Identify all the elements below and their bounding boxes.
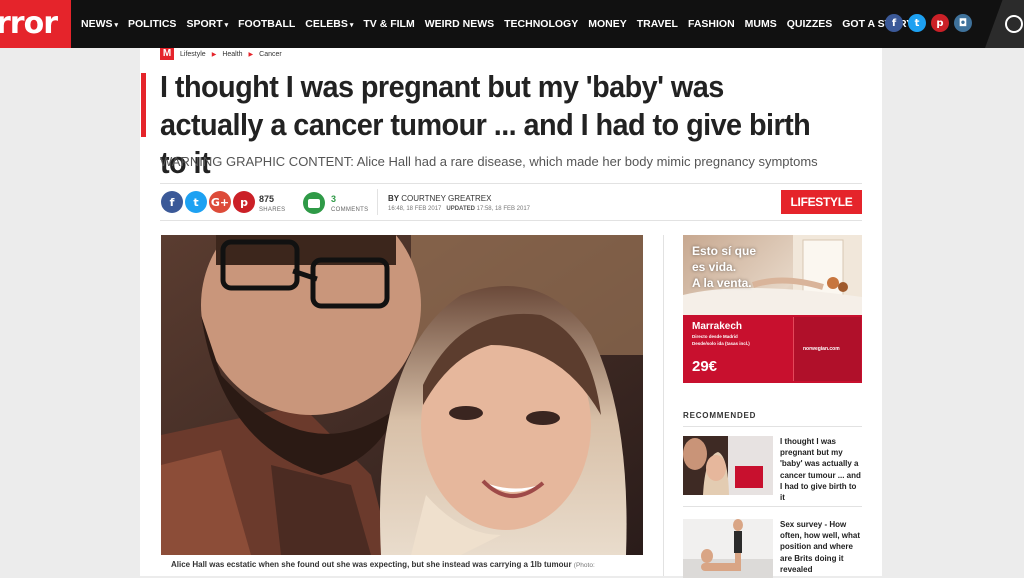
comments-count: 3	[331, 194, 337, 204]
nav-item-sport[interactable]: SPORT ▾	[186, 18, 228, 30]
recommended-separator	[683, 506, 862, 507]
meta-separator	[377, 189, 378, 215]
recommended-thumb-image	[683, 436, 773, 495]
published-date: 16:48, 18 FEB 2017	[388, 206, 442, 212]
comments-label: COMMENTS	[331, 207, 369, 213]
ad-slogan-line: A la venta.	[692, 276, 752, 290]
ad-route-line: Directo desde Madrid	[692, 334, 738, 339]
recommended-thumbnail	[683, 436, 773, 495]
recommended-divider	[683, 426, 862, 427]
headline-accent-bar	[141, 73, 146, 137]
updated-label: UPDATED	[446, 206, 475, 212]
nav-item-label: FASHION	[687, 18, 735, 30]
comments-button[interactable]	[303, 192, 325, 214]
nav-item-mums[interactable]: MUMS	[745, 18, 777, 30]
couple-selfie-image	[161, 235, 643, 555]
article-main-photo[interactable]	[161, 235, 643, 555]
ad-brand: norwegian.com	[803, 346, 840, 352]
recommended-heading: RECOMMENDED	[683, 411, 757, 420]
nav-item-label: SPORT	[186, 18, 223, 30]
nav-item-money[interactable]: MONEY	[588, 18, 627, 30]
nav-item-label: QUIZZES	[786, 18, 833, 30]
twitter-share-icon[interactable]: t	[185, 191, 207, 213]
nav-item-label: NEWS	[81, 18, 113, 30]
facebook-share-icon[interactable]: f	[161, 191, 183, 213]
chevron-right-icon: ▶	[248, 51, 254, 58]
chevron-down-icon: ▾	[114, 22, 119, 29]
nav-item-football[interactable]: FOOTBALL	[238, 18, 295, 30]
nav-item-news[interactable]: NEWS ▾	[81, 18, 118, 30]
article-dates: 16:48, 18 FEB 2017 UPDATED 17:58, 18 FEB…	[388, 206, 530, 212]
ad-price: 29€	[692, 358, 718, 375]
nav-item-celebs[interactable]: CELEBS ▾	[305, 18, 353, 30]
chevron-down-icon: ▾	[349, 22, 354, 29]
chevron-down-icon: ▾	[224, 22, 229, 29]
breadcrumb-item-lifestyle[interactable]: Lifestyle	[180, 51, 206, 58]
nav-item-fashion[interactable]: FASHION	[688, 18, 735, 30]
breadcrumb-item-health[interactable]: Health	[222, 51, 242, 58]
recommended-thumb-image-2	[683, 519, 773, 578]
meta-divider-top	[160, 183, 862, 184]
nav-item-label: MONEY	[588, 18, 627, 30]
twitter-icon[interactable]: t	[908, 14, 926, 32]
nav-item-label: TRAVEL	[636, 18, 678, 30]
ad-slogan: Esto sí que es vida. A la venta.	[692, 243, 756, 291]
nav-item-label: TECHNOLOGY	[504, 18, 579, 30]
byline-prefix: BY	[388, 194, 399, 203]
site-logo[interactable]: rror	[0, 0, 71, 48]
shares-count: 875	[259, 194, 275, 204]
facebook-icon[interactable]: f	[885, 14, 903, 32]
nav-item-label: POLITICS	[128, 18, 177, 30]
section-badge[interactable]: LIFESTYLE	[781, 190, 862, 214]
advertisement[interactable]: Esto sí que es vida. A la venta. Marrakech…	[683, 235, 862, 383]
ad-slogan-line: es vida.	[692, 260, 737, 274]
nav-item-label: CELEBS	[305, 18, 348, 30]
breadcrumb-logo[interactable]: M	[160, 48, 174, 60]
nav-item-label: TV & FILM	[363, 18, 415, 30]
nav-item-label: FOOTBALL	[238, 18, 296, 30]
user-account-icon[interactable]	[1005, 15, 1023, 33]
ad-fare-line: Desde/solo ida (tasas incl.)	[692, 341, 750, 346]
sidebar-divider	[663, 235, 664, 576]
ad-slogan-line: Esto sí que	[692, 244, 757, 258]
nav-item-tv-film[interactable]: TV & FILM	[363, 18, 414, 30]
nav-item-politics[interactable]: POLITICS	[128, 18, 176, 30]
nav-item-weird-news[interactable]: WEIRD NEWS	[425, 18, 494, 30]
nav-item-technology[interactable]: TECHNOLOGY	[504, 18, 578, 30]
breadcrumb-item-cancer[interactable]: Cancer	[259, 51, 282, 58]
nav-item-label: WEIRD NEWS	[424, 18, 495, 30]
nav-item-quizzes[interactable]: QUIZZES	[787, 18, 833, 30]
byline: BY COURTNEY GREATREX	[388, 194, 491, 203]
author-link[interactable]: COURTNEY GREATREX	[401, 194, 491, 203]
main-nav: NEWS ▾ POLITICS SPORT ▾ FOOTBALL CELEBS ▾ TV & F…	[81, 0, 930, 48]
nav-item-travel[interactable]: TRAVEL	[637, 18, 678, 30]
nav-item-label: MUMS	[744, 18, 777, 30]
pinterest-icon[interactable]: p	[931, 14, 949, 32]
instagram-icon[interactable]: ◘	[954, 14, 972, 32]
meta-divider-bottom	[160, 220, 862, 221]
pinterest-share-icon[interactable]: p	[233, 191, 255, 213]
share-buttons: f t G+ p	[161, 191, 257, 213]
updated-date: 17:58, 18 FEB 2017	[476, 206, 530, 212]
comment-bubble-icon	[308, 198, 320, 208]
ad-destination: Marrakech	[692, 321, 743, 332]
caption-text: Alice Hall was ecstatic when she found o…	[171, 560, 572, 569]
recommended-headline: I thought I was pregnant but my 'baby' w…	[780, 437, 861, 503]
recommended-thumbnail	[683, 519, 773, 578]
shares-label: SHARES	[259, 207, 286, 213]
article-subheading: WARNING GRAPHIC CONTENT: Alice Hall had …	[160, 154, 818, 169]
recommended-headline: Sex survey - How often, how well, what p…	[780, 520, 860, 574]
photo-caption: Alice Hall was ecstatic when she found o…	[161, 560, 643, 569]
shares-counter: 875 SHARES	[259, 194, 285, 213]
chevron-right-icon: ▶	[211, 51, 217, 58]
comments-counter[interactable]: 3 COMMENTS	[331, 194, 368, 213]
googleplus-share-icon[interactable]: G+	[209, 191, 231, 213]
social-links: f t p ◘	[885, 14, 977, 32]
breadcrumb: M Lifestyle ▶ Health ▶ Cancer	[160, 48, 282, 60]
photo-credit: (Photo:	[573, 562, 595, 569]
